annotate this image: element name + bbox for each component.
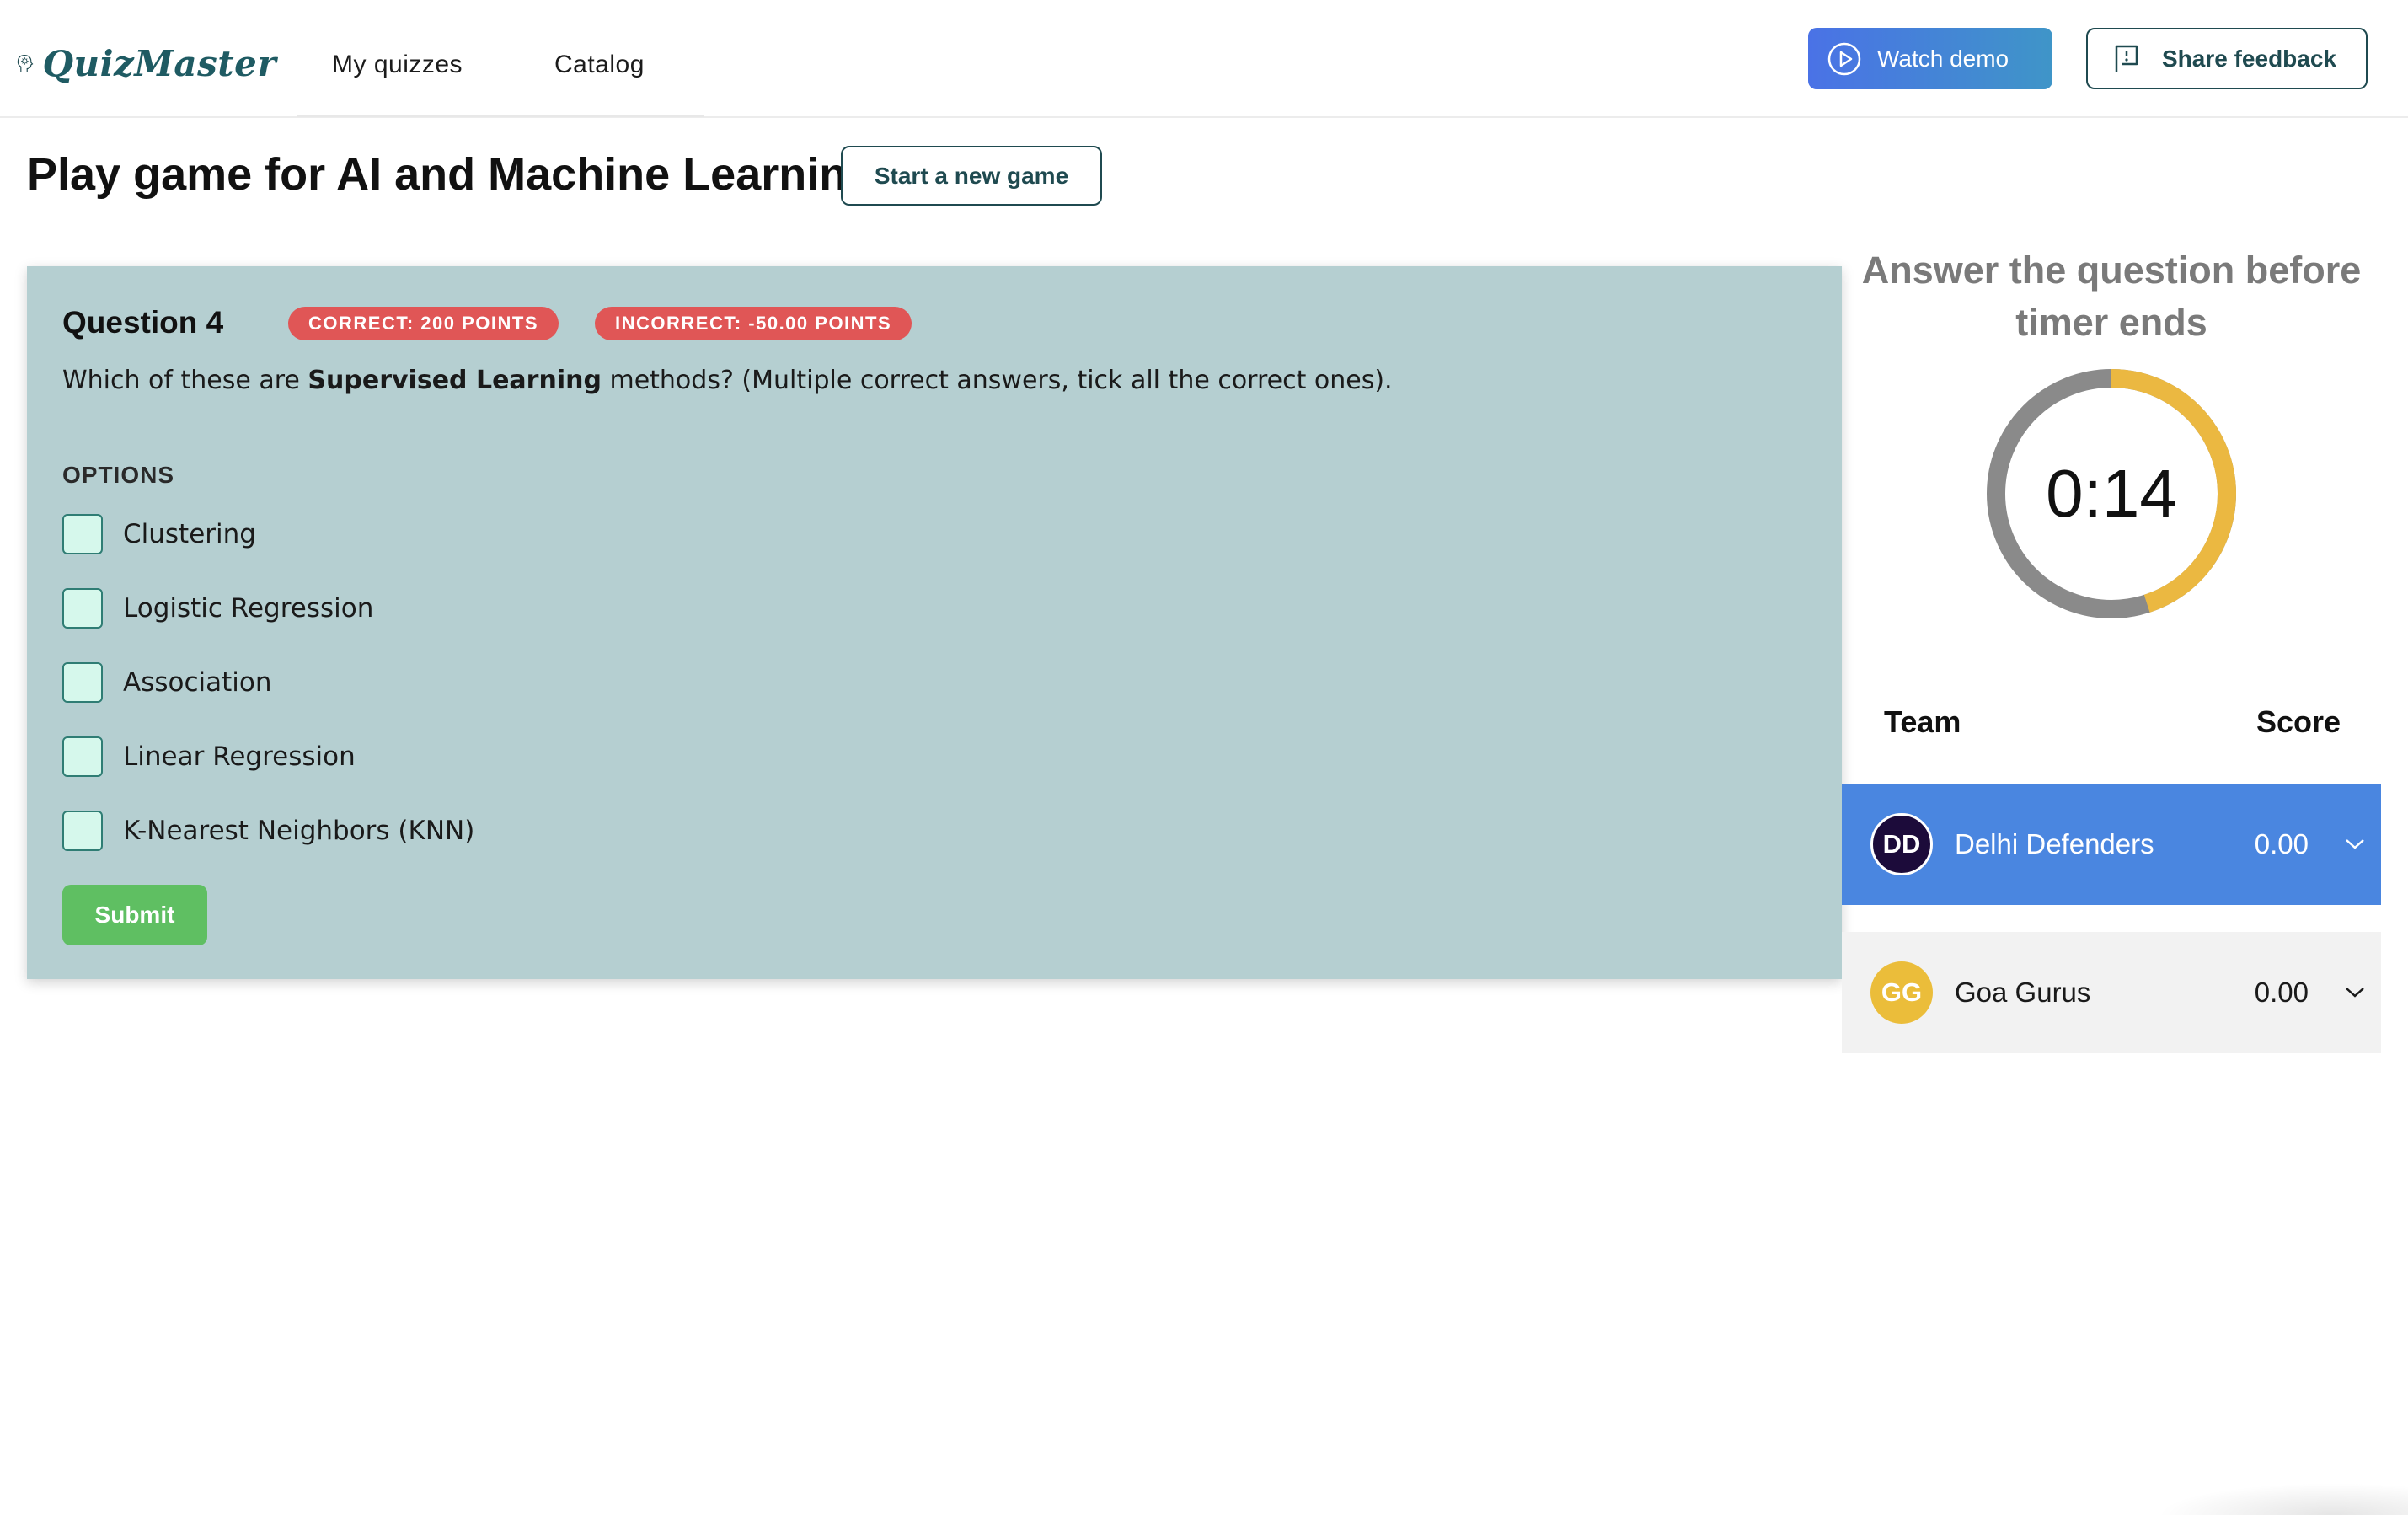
option-label: K-Nearest Neighbors (KNN): [123, 816, 475, 846]
question-text: Which of these are Supervised Learning m…: [62, 366, 1393, 395]
option-knn[interactable]: K-Nearest Neighbors (KNN): [62, 811, 474, 851]
nav-divider: [297, 115, 704, 117]
submit-button[interactable]: Submit: [62, 885, 207, 945]
option-checkbox[interactable]: [62, 514, 103, 554]
feedback-flag-icon: [2115, 45, 2138, 72]
page-title: Play game for AI and Machine Learning: [27, 149, 875, 200]
team-score: 0.00: [2254, 977, 2309, 1008]
option-association[interactable]: Association: [62, 662, 272, 703]
option-label: Logistic Regression: [123, 593, 374, 624]
timer-value: 0:14: [2046, 456, 2177, 531]
start-new-game-button[interactable]: Start a new game: [841, 146, 1102, 206]
share-feedback-label: Share feedback: [2162, 45, 2336, 72]
top-navbar: QuizMaster My quizzes Catalog Watch demo…: [0, 0, 2408, 118]
corner-shadow: [2157, 1483, 2408, 1515]
nav-my-quizzes[interactable]: My quizzes: [332, 51, 463, 79]
watch-demo-label: Watch demo: [1877, 45, 2009, 72]
watch-demo-button[interactable]: Watch demo: [1808, 28, 2052, 89]
team-score: 0.00: [2254, 828, 2309, 859]
question-title: Question 4: [62, 305, 224, 340]
share-feedback-button[interactable]: Share feedback: [2086, 28, 2368, 89]
option-checkbox[interactable]: [62, 736, 103, 777]
chevron-down-icon[interactable]: [2344, 838, 2366, 851]
quizmaster-logo[interactable]: QuizMaster: [15, 25, 276, 101]
option-logistic-regression[interactable]: Logistic Regression: [62, 588, 373, 629]
team-name: Goa Gurus: [1955, 977, 2091, 1008]
option-checkbox[interactable]: [62, 811, 103, 851]
option-checkbox[interactable]: [62, 588, 103, 629]
team-avatar: GG: [1870, 961, 1933, 1024]
question-text-end: methods? (Multiple correct answers, tick…: [601, 366, 1393, 395]
team-column-header: Team: [1884, 704, 1961, 739]
nav-catalog[interactable]: Catalog: [554, 51, 645, 79]
correct-points-badge: CORRECT: 200 POINTS: [288, 307, 559, 340]
option-checkbox[interactable]: [62, 662, 103, 703]
incorrect-points-badge: INCORRECT: -50.00 POINTS: [595, 307, 912, 340]
question-panel: Question 4 CORRECT: 200 POINTS INCORRECT…: [27, 266, 1842, 979]
team-avatar: DD: [1870, 813, 1933, 875]
option-label: Association: [123, 667, 272, 698]
app-name: QuizMaster: [42, 42, 276, 84]
option-label: Clustering: [123, 519, 256, 549]
question-text-start: Which of these are: [62, 366, 308, 395]
team-row-goa-gurus[interactable]: GG Goa Gurus 0.00: [1842, 932, 2381, 1053]
chevron-down-icon[interactable]: [2344, 986, 2366, 999]
score-column-header: Score: [2256, 704, 2341, 739]
option-clustering[interactable]: Clustering: [62, 514, 256, 554]
options-heading: OPTIONS: [62, 462, 175, 488]
head-gear-logo-icon: [17, 55, 34, 72]
team-name: Delhi Defenders: [1955, 828, 2154, 859]
option-linear-regression[interactable]: Linear Regression: [62, 736, 356, 777]
question-text-emphasis: Supervised Learning: [308, 366, 602, 395]
option-label: Linear Regression: [123, 741, 356, 772]
team-row-delhi-defenders[interactable]: DD Delhi Defenders 0.00: [1842, 784, 2381, 905]
play-circle-icon: [1827, 42, 1861, 75]
timer-hint: Answer the question before timer ends: [1861, 249, 2362, 344]
